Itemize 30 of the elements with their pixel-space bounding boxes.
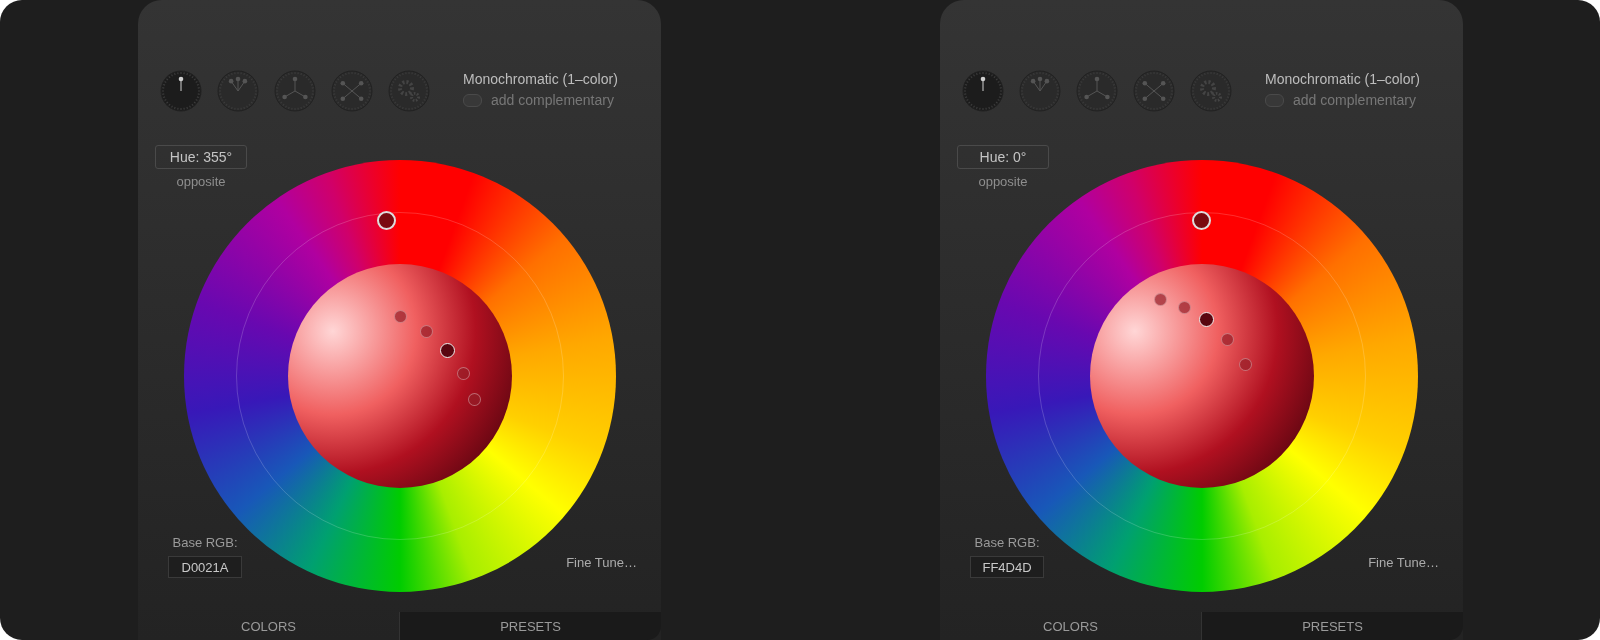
opposite-link[interactable]: opposite <box>978 174 1028 189</box>
toggle-label: add complementary <box>491 92 614 108</box>
harmony-mode-icon[interactable] <box>1019 70 1061 112</box>
toggle-switch[interactable] <box>1265 93 1284 107</box>
harmony-mode-icon[interactable] <box>160 70 202 112</box>
base-rgb-label: Base RGB: <box>172 535 238 550</box>
tab[interactable]: PRESETS <box>1201 612 1463 640</box>
harmony-title: Monochromatic (1–color) <box>1265 71 1420 87</box>
harmony-mode-icon[interactable] <box>388 70 430 112</box>
toggle-label: add complementary <box>1293 92 1416 108</box>
harmony-mode-icon[interactable] <box>1133 70 1175 112</box>
harmony-mode-icon[interactable] <box>274 70 316 112</box>
harmony-mode-icon[interactable] <box>1190 70 1232 112</box>
opposite-link[interactable]: opposite <box>176 174 226 189</box>
tab[interactable]: COLORS <box>940 612 1201 640</box>
fine-tune-button[interactable]: Fine Tune… <box>1368 555 1439 570</box>
hue-field[interactable]: Hue: 0° <box>957 145 1049 169</box>
harmony-mode-icon[interactable] <box>962 70 1004 112</box>
harmony-mode-icon[interactable] <box>331 70 373 112</box>
fine-tune-button[interactable]: Fine Tune… <box>566 555 637 570</box>
harmony-mode-icon[interactable] <box>217 70 259 112</box>
tab[interactable]: PRESETS <box>399 612 661 640</box>
hue-field[interactable]: Hue: 355° <box>155 145 247 169</box>
harmony-title: Monochromatic (1–color) <box>463 71 618 87</box>
base-rgb-field[interactable]: FF4D4D <box>970 556 1044 578</box>
base-rgb-label: Base RGB: <box>974 535 1040 550</box>
base-rgb-field[interactable]: D0021A <box>168 556 242 578</box>
harmony-mode-icon[interactable] <box>1076 70 1118 112</box>
toggle-switch[interactable] <box>463 93 482 107</box>
tab[interactable]: COLORS <box>138 612 399 640</box>
